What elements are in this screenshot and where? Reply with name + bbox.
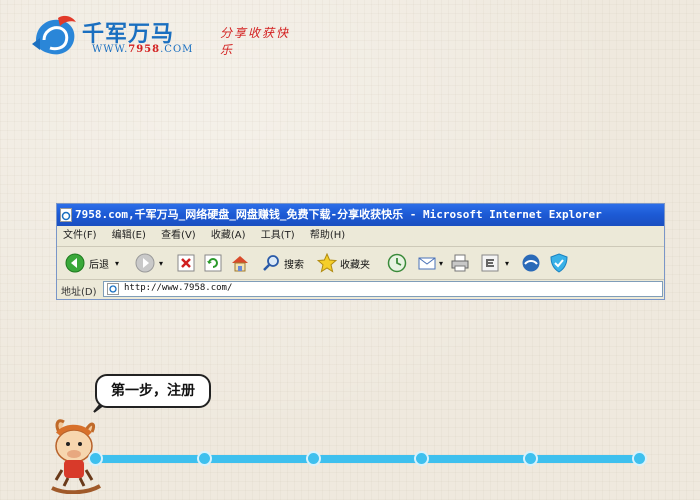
step-bubble: 第一步，注册 [95, 374, 211, 408]
mail-button[interactable]: ▾ [417, 252, 443, 274]
ie-page-icon [60, 208, 72, 222]
home-button[interactable] [230, 252, 250, 274]
page-icon [107, 283, 119, 295]
research-button[interactable] [549, 252, 569, 274]
favorites-star-icon [317, 253, 337, 273]
progress-step-dot [305, 451, 321, 466]
search-button[interactable]: 搜索 [261, 252, 304, 274]
forward-button[interactable]: ▾ [135, 252, 163, 274]
logo-url-suffix: .COM [160, 44, 194, 55]
address-label: 地址(D) [61, 287, 97, 298]
address-bar: 地址(D) http://www.7958.com/ [57, 280, 664, 300]
address-value: http://www.7958.com/ [124, 283, 233, 293]
browser-title-bar[interactable]: 7958.com,千军万马_网络硬盘_网盘赚钱_免费下载-分享收获快乐 - Mi… [57, 204, 664, 226]
search-icon [263, 255, 279, 271]
menu-help[interactable]: 帮助(H) [310, 226, 345, 246]
progress-step-dot [632, 451, 647, 466]
back-arrow-icon [65, 253, 85, 273]
logo-url-prefix: WWW. [92, 44, 129, 55]
forward-arrow-icon [135, 253, 155, 273]
menu-tools[interactable]: 工具(T) [261, 226, 295, 246]
toolbar: 后退 ▾ ▾ 搜索 收藏夹 ▾ ▾ [57, 247, 664, 280]
stop-icon [177, 254, 195, 272]
history-button[interactable] [387, 252, 407, 274]
refresh-icon [204, 254, 222, 272]
site-logo[interactable]: 千军万马 WWW.7958.COM 分享收获快乐 [30, 14, 290, 60]
print-button[interactable] [450, 252, 470, 274]
messenger-button[interactable] [521, 252, 541, 274]
menu-bar: 文件(F) 编辑(E) 查看(V) 收藏(A) 工具(T) 帮助(H) [57, 226, 664, 247]
favorites-label: 收藏夹 [340, 259, 370, 271]
favorites-button[interactable]: 收藏夹 [317, 252, 370, 274]
mail-dropdown-icon[interactable]: ▾ [439, 259, 443, 268]
messenger-icon [522, 254, 540, 272]
logo-url: WWW.7958.COM [92, 44, 193, 55]
back-label: 后退 [89, 259, 109, 271]
forward-dropdown-icon[interactable]: ▾ [159, 259, 163, 268]
printer-icon [451, 254, 469, 272]
search-label: 搜索 [284, 259, 304, 271]
shield-icon [550, 253, 568, 273]
horse-logo-icon [32, 15, 76, 55]
progress-step-dot [88, 451, 103, 466]
menu-view[interactable]: 查看(V) [161, 226, 196, 246]
logo-slogan: 分享收获快乐 [220, 26, 291, 57]
menu-edit[interactable]: 编辑(E) [112, 226, 146, 246]
progress-track [92, 455, 642, 463]
stop-button[interactable] [177, 252, 195, 274]
address-input[interactable]: http://www.7958.com/ [103, 281, 663, 297]
progress-step-dot [414, 451, 430, 466]
edit-button[interactable]: ▾ [481, 252, 509, 274]
browser-title: 7958.com,千军万马_网络硬盘_网盘赚钱_免费下载-分享收获快乐 - Mi… [75, 208, 602, 221]
edit-page-icon [481, 254, 499, 272]
logo-url-number: 7958 [128, 44, 161, 55]
progress-step-dot [523, 451, 539, 466]
home-icon [232, 256, 248, 272]
history-icon [387, 253, 407, 273]
menu-favorites[interactable]: 收藏(A) [211, 226, 246, 246]
progress-step-dot [196, 451, 212, 466]
back-button[interactable]: 后退 ▾ [65, 252, 119, 274]
back-dropdown-icon[interactable]: ▾ [115, 259, 119, 268]
menu-file[interactable]: 文件(F) [63, 226, 97, 246]
browser-window: 7958.com,千军万马_网络硬盘_网盘赚钱_免费下载-分享收获快乐 - Mi… [56, 203, 665, 300]
edit-dropdown-icon[interactable]: ▾ [505, 259, 509, 268]
refresh-button[interactable] [204, 252, 222, 274]
mail-icon [418, 257, 436, 270]
